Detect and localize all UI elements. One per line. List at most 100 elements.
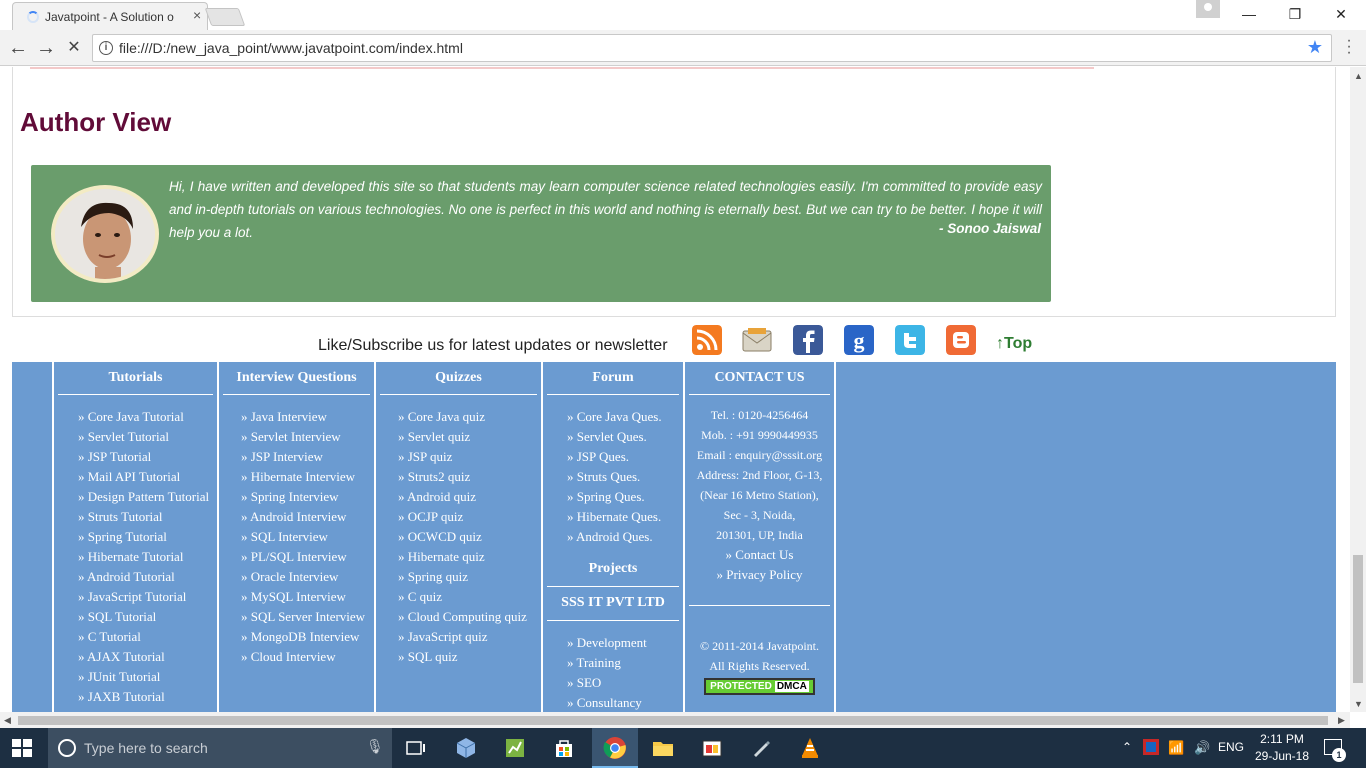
footer-link[interactable]: » Cloud Computing quiz (398, 607, 541, 627)
footer-link[interactable]: » Training (567, 653, 683, 673)
footer-link[interactable]: » Consultancy (567, 693, 683, 712)
stop-loading-button[interactable]: ✕ (62, 36, 86, 60)
footer-link[interactable]: » Servlet Ques. (567, 427, 683, 447)
footer-link[interactable]: » Android Ques. (567, 527, 683, 547)
maximize-button[interactable]: ❐ (1272, 2, 1318, 26)
vlc-icon[interactable] (798, 736, 822, 760)
footer-link[interactable]: » Hibernate quiz (398, 547, 541, 567)
footer-link[interactable]: » Servlet Interview (241, 427, 374, 447)
footer-link[interactable]: » Spring Ques. (567, 487, 683, 507)
scroll-left-arrow-icon[interactable]: ◀ (4, 715, 11, 726)
scrollbar-thumb[interactable] (18, 716, 1328, 725)
footer-link[interactable]: » Design Pattern Tutorial (78, 487, 217, 507)
page-info-icon[interactable]: i (99, 41, 113, 55)
footer-link[interactable]: » JAXB Tutorial (78, 687, 217, 707)
footer-link[interactable]: » Struts Ques. (567, 467, 683, 487)
footer-link[interactable]: » SQL Interview (241, 527, 374, 547)
footer-link[interactable]: » MySQL Interview (241, 587, 374, 607)
scroll-up-arrow-icon[interactable]: ▲ (1354, 71, 1363, 81)
footer-link[interactable]: » PL/SQL Interview (241, 547, 374, 567)
footer-link[interactable]: » Cloud Interview (241, 647, 374, 667)
footer-link[interactable]: » Hibernate Tutorial (78, 547, 217, 567)
tray-chevron-icon[interactable]: ⌃ (1122, 740, 1132, 754)
forward-button[interactable]: → (34, 36, 58, 60)
footer-link[interactable]: » OCJP quiz (398, 507, 541, 527)
footer-link[interactable]: » SQL Server Interview (241, 607, 374, 627)
tab-close-button[interactable]: × (193, 7, 201, 23)
bookmark-star-icon[interactable]: ★ (1307, 37, 1323, 58)
privacy-policy-link[interactable]: » Privacy Policy (685, 565, 834, 585)
footer-link[interactable]: » Android quiz (398, 487, 541, 507)
footer-link[interactable]: » Mail API Tutorial (78, 467, 217, 487)
footer-link[interactable]: » Development (567, 633, 683, 653)
rss-icon[interactable] (692, 325, 722, 355)
footer-link[interactable]: » OCWCD quiz (398, 527, 541, 547)
footer-link[interactable]: » C Tutorial (78, 627, 217, 647)
footer-link[interactable]: » SEO (567, 673, 683, 693)
new-tab-button[interactable] (204, 8, 246, 26)
taskbar-clock[interactable]: 2:11 PM 29-Jun-18 (1254, 731, 1310, 765)
footer-link[interactable]: » JSP quiz (398, 447, 541, 467)
url-text[interactable]: file:///D:/new_java_point/www.javatpoint… (119, 40, 463, 56)
footer-link[interactable]: » Core Java quiz (398, 407, 541, 427)
task-view-icon[interactable] (404, 736, 428, 760)
footer-link[interactable]: » Struts2 quiz (398, 467, 541, 487)
back-button[interactable]: ← (6, 36, 30, 60)
footer-link[interactable]: » JUnit Tutorial (78, 667, 217, 687)
store-icon[interactable] (552, 736, 576, 760)
footer-link[interactable]: » SQL quiz (398, 647, 541, 667)
3d-app-icon[interactable] (454, 736, 478, 760)
footer-link[interactable]: » Core Java Tutorial (78, 407, 217, 427)
footer-link[interactable]: » SQL Tutorial (78, 607, 217, 627)
volume-icon[interactable]: 🔊 (1194, 740, 1210, 756)
horizontal-scrollbar[interactable]: ◀ ▶ (0, 712, 1350, 728)
dmca-badge[interactable]: PROTECTED DMCA (704, 678, 815, 695)
footer-link[interactable]: » Core Java Ques. (567, 407, 683, 427)
footer-link[interactable]: » Hibernate Ques. (567, 507, 683, 527)
address-bar[interactable]: i file:///D:/new_java_point/www.javatpoi… (92, 34, 1332, 62)
back-to-top-link[interactable]: ↑Top (996, 335, 1032, 353)
microphone-icon[interactable]: 🎙 (366, 738, 384, 755)
google-icon[interactable]: g (844, 325, 874, 355)
file-explorer-icon[interactable] (651, 736, 675, 760)
scrollbar-thumb[interactable] (1353, 555, 1363, 683)
vertical-scrollbar[interactable]: ▲ ▼ (1350, 67, 1366, 712)
minimize-button[interactable]: — (1226, 2, 1272, 26)
footer-link[interactable]: » Java Interview (241, 407, 374, 427)
contact-us-link[interactable]: » Contact Us (685, 545, 834, 565)
close-window-button[interactable]: ✕ (1318, 2, 1364, 26)
footer-link[interactable]: » Hibernate Interview (241, 467, 374, 487)
pen-tool-icon[interactable] (749, 736, 773, 760)
footer-link[interactable]: » JavaScript quiz (398, 627, 541, 647)
browser-menu-icon[interactable]: · · · (1344, 33, 1354, 61)
footer-link[interactable]: » Android Tutorial (78, 567, 217, 587)
footer-link[interactable]: » Android Interview (241, 507, 374, 527)
profile-icon[interactable] (1196, 0, 1220, 18)
scroll-down-arrow-icon[interactable]: ▼ (1354, 699, 1363, 709)
tray-app-icon[interactable] (1142, 738, 1160, 756)
footer-link[interactable]: » C quiz (398, 587, 541, 607)
scroll-right-arrow-icon[interactable]: ▶ (1338, 715, 1345, 726)
footer-link[interactable]: » JSP Interview (241, 447, 374, 467)
footer-link[interactable]: » JavaScript Tutorial (78, 587, 217, 607)
footer-link[interactable]: » Spring quiz (398, 567, 541, 587)
chrome-icon[interactable] (603, 736, 627, 760)
footer-link[interactable]: » Servlet quiz (398, 427, 541, 447)
footer-link[interactable]: » Servlet Tutorial (78, 427, 217, 447)
footer-link[interactable]: » JSP Tutorial (78, 447, 217, 467)
footer-link[interactable]: » Oracle Interview (241, 567, 374, 587)
twitter-icon[interactable] (895, 325, 925, 355)
start-button[interactable] (12, 739, 32, 757)
footer-link[interactable]: » Spring Interview (241, 487, 374, 507)
footer-link[interactable]: » Spring Tutorial (78, 527, 217, 547)
footer-link[interactable]: » MongoDB Interview (241, 627, 374, 647)
browser-tab[interactable]: Javatpoint - A Solution o × (12, 2, 208, 30)
language-indicator[interactable]: ENG (1218, 740, 1244, 754)
footer-link[interactable]: » JSP Ques. (567, 447, 683, 467)
notes-app-icon[interactable] (503, 736, 527, 760)
blogger-icon[interactable] (946, 325, 976, 355)
facebook-icon[interactable] (793, 325, 823, 355)
email-icon[interactable] (742, 325, 772, 355)
taskbar-search-box[interactable]: Type here to search 🎙 (48, 728, 392, 768)
footer-link[interactable]: » AJAX Tutorial (78, 647, 217, 667)
